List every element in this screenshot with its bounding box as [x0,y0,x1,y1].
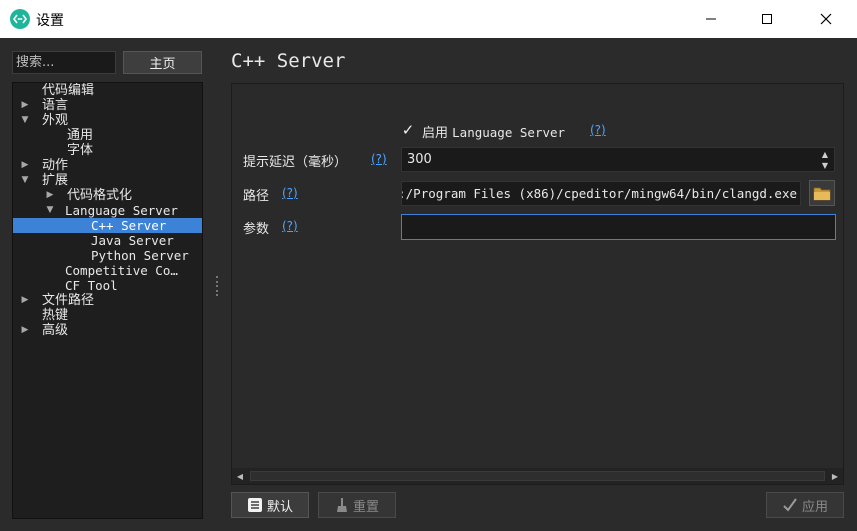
delay-label: 提示延迟（毫秒） [243,155,348,170]
spin-down-icon[interactable]: ▼ [817,160,833,171]
tree-item-label: 外观 [42,113,69,128]
path-help-link[interactable]: (?) [282,186,298,200]
settings-content-area [231,83,844,485]
tree-item-selected[interactable]: C++ Server [13,218,202,233]
tree-item-label: Language Server [65,203,178,218]
tree-item[interactable]: ▼ 扩展 [13,173,202,188]
collapse-arrow-icon[interactable]: ▼ [20,173,30,188]
tree-item[interactable]: 通用 [13,128,202,143]
enable-checkbox-label[interactable]: 启用 Language Server [422,122,565,141]
search-input[interactable] [12,51,116,74]
default-button[interactable]: 默认 [231,492,309,518]
tree-item-label: Java Server [91,233,174,248]
title-bar: 设置 [0,0,857,38]
tree-item[interactable]: 代码编辑 [13,83,202,98]
tree-item-label: 文件路径 [42,293,95,308]
page-title: C++ Server [231,50,346,72]
tree-item-label: 代码编辑 [42,83,95,98]
expand-arrow-icon[interactable]: ▶ [20,158,30,173]
tree-item[interactable]: ▶ 文件路径 [13,293,202,308]
tree-item-label: 高级 [42,323,69,338]
maximize-icon [762,14,772,24]
args-label: 参数 [243,222,270,237]
default-button-label: 默认 [266,499,293,515]
tree-item[interactable]: ▼ Language Server [13,203,202,218]
tree-item[interactable]: ▶ 动作 [13,158,202,173]
apply-button-label: 应用 [801,499,828,515]
tree-item[interactable]: 字体 [13,143,202,158]
expand-arrow-icon[interactable]: ▶ [45,188,55,203]
tree-item[interactable]: 热键 [13,308,202,323]
minimize-icon [706,18,716,20]
tree-item-label: 字体 [67,143,94,158]
tree-item-label: 扩展 [42,173,69,188]
horizontal-scrollbar[interactable]: ◀ ▶ [232,468,843,484]
tree-item[interactable]: Competitive Co… [13,263,202,278]
scroll-left-icon[interactable]: ◀ [232,468,248,484]
tree-item-label: CF Tool [65,278,118,293]
checkmark-icon [783,498,797,512]
tree-item-label: 语言 [42,98,69,113]
tree-item-label: 动作 [42,158,69,173]
close-icon [820,13,832,25]
tree-item-label: 代码格式化 [67,188,133,203]
splitter-handle[interactable] [216,276,219,296]
settings-tree[interactable]: 代码编辑 ▶ 语言 ▼ 外观 通用 字体 ▶ 动作 ▼ 扩展 ▶ 代码格式化 ▼… [12,82,203,519]
minimize-button[interactable] [688,0,734,38]
tree-item-label: 通用 [67,128,94,143]
cpeditor-logo-icon [10,9,30,29]
expand-arrow-icon[interactable]: ▶ [20,323,30,338]
close-button[interactable] [803,0,849,38]
path-input[interactable]: C:/Program Files (x86)/cpeditor/mingw64/… [401,181,801,206]
window-title: 设置 [36,13,64,29]
collapse-arrow-icon[interactable]: ▼ [45,203,55,218]
browse-folder-button[interactable] [809,180,835,206]
scrollbar-thumb[interactable] [250,471,825,481]
enable-checkbox[interactable]: ✓ [400,121,416,139]
document-icon [247,498,262,512]
tree-item[interactable]: ▶ 代码格式化 [13,188,202,203]
folder-icon [813,187,831,200]
tree-item-label: Python Server [91,248,189,263]
expand-arrow-icon[interactable]: ▶ [20,98,30,113]
args-input[interactable] [401,214,836,240]
delay-value: 300 [407,152,432,167]
spin-up-icon[interactable]: ▲ [817,149,833,160]
path-label: 路径 [243,189,270,204]
tree-item-label: Competitive Co… [65,263,178,278]
tree-item-label: 热键 [42,308,69,323]
tree-item[interactable]: Python Server [13,248,202,263]
tree-item[interactable]: ▶ 语言 [13,98,202,113]
maximize-button[interactable] [744,0,790,38]
collapse-arrow-icon[interactable]: ▼ [20,113,30,128]
tree-item-label: C++ Server [91,218,167,233]
expand-arrow-icon[interactable]: ▶ [20,293,30,308]
home-button[interactable]: 主页 [123,51,202,74]
reset-button-label: 重置 [352,499,379,515]
scroll-right-icon[interactable]: ▶ [827,468,843,484]
reset-button[interactable]: 重置 [318,492,396,518]
tree-item[interactable]: ▶ 高级 [13,323,202,338]
delay-help-link[interactable]: (?) [371,152,387,166]
delay-spinbox[interactable]: 300 ▲ ▼ [401,147,835,172]
broom-icon [336,498,347,512]
tree-item[interactable]: Java Server [13,233,202,248]
checkmark-icon: ✓ [401,121,415,139]
tree-item[interactable]: CF Tool [13,278,202,293]
tree-item[interactable]: ▼ 外观 [13,113,202,128]
enable-help-link[interactable]: (?) [590,123,606,137]
apply-button[interactable]: 应用 [766,492,844,518]
args-help-link[interactable]: (?) [282,219,298,233]
path-value: C:/Program Files (x86)/cpeditor/mingw64/… [401,186,797,201]
